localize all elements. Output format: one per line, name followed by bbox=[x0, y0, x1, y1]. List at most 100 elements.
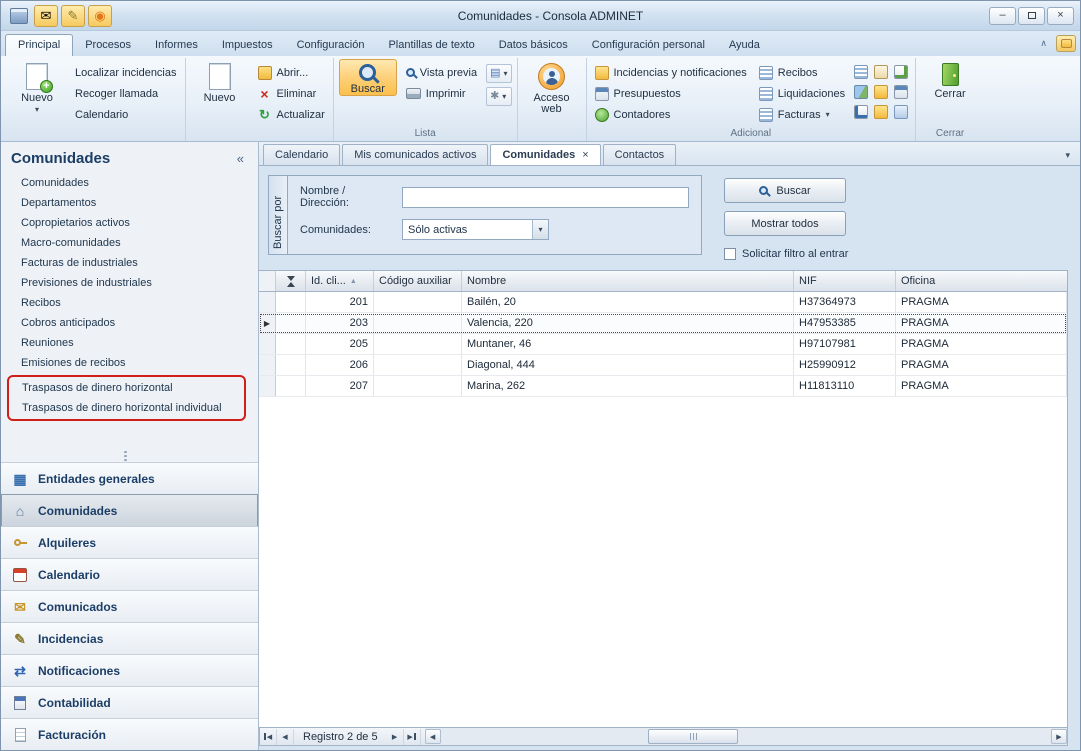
new-split-button[interactable]: + Nuevo ▾ bbox=[8, 59, 66, 113]
table-row[interactable]: 207 Marina, 262 H11813110 PRAGMA bbox=[259, 376, 1067, 397]
meters-button[interactable]: Contadores bbox=[592, 106, 750, 123]
settings-dropdown-button[interactable]: ✱▾ bbox=[486, 87, 511, 106]
receipts-button[interactable]: Recibos bbox=[756, 64, 848, 81]
table-row[interactable]: 206 Diagonal, 444 H25990912 PRAGMA bbox=[259, 355, 1067, 376]
sidebar-item-cobros-anticipados[interactable]: Cobros anticipados bbox=[1, 313, 258, 333]
nav-pane-contabilidad[interactable]: Contabilidad bbox=[1, 686, 258, 718]
column-header-name[interactable]: Nombre bbox=[462, 271, 794, 291]
last-record-button[interactable]: ▶ bbox=[404, 729, 421, 745]
filter-checkbox[interactable] bbox=[724, 248, 736, 260]
communities-combobox[interactable]: Sólo activas ▾ bbox=[402, 219, 549, 240]
print-button[interactable]: Imprimir bbox=[403, 85, 480, 102]
incidents-quick-button[interactable]: ✎ bbox=[61, 5, 85, 27]
new-record-button[interactable]: Nuevo bbox=[191, 59, 249, 104]
export-button[interactable] bbox=[854, 105, 868, 119]
open-button[interactable]: Abrir... bbox=[255, 64, 328, 81]
close-view-button[interactable]: Cerrar bbox=[921, 59, 979, 100]
search-button[interactable]: Buscar bbox=[724, 178, 846, 203]
locate-incidents-button[interactable]: Localizar incidencias bbox=[72, 64, 180, 81]
doc-tab-calendario[interactable]: Calendario bbox=[263, 144, 340, 165]
nav-pane-incidencias[interactable]: ✎Incidencias bbox=[1, 622, 258, 654]
sidebar-item-reuniones[interactable]: Reuniones bbox=[1, 333, 258, 353]
sidebar-item-comunidades[interactable]: Comunidades bbox=[1, 173, 258, 193]
doc-tab-mis-comunicados[interactable]: Mis comunicados activos bbox=[342, 144, 488, 165]
owners-button[interactable] bbox=[874, 65, 888, 79]
bank-button[interactable] bbox=[874, 105, 888, 119]
preview-button[interactable]: Vista previa bbox=[403, 64, 480, 81]
layout-dropdown-button[interactable]: ▤▾ bbox=[486, 64, 511, 83]
tab-list-dropdown[interactable]: ▾ bbox=[1059, 150, 1076, 165]
web-access-button[interactable]: Acceso web bbox=[523, 59, 581, 115]
column-header-aux[interactable]: Código auxiliar bbox=[374, 271, 462, 291]
sidebar-item-previsiones[interactable]: Previsiones de industriales bbox=[1, 273, 258, 293]
cash-button[interactable] bbox=[874, 85, 888, 99]
name-address-input[interactable] bbox=[402, 187, 689, 208]
style-picker-button[interactable] bbox=[1056, 35, 1076, 52]
pickup-call-button[interactable]: Recoger llamada bbox=[72, 85, 180, 102]
nav-pane-comunicados[interactable]: ✉Comunicados bbox=[1, 590, 258, 622]
alerts-quick-button[interactable]: ◉ bbox=[88, 5, 112, 27]
sidebar-item-traspasos-horizontal-individual[interactable]: Traspasos de dinero horizontal individua… bbox=[9, 398, 244, 418]
column-header-id[interactable]: Id. cli...▲ bbox=[306, 271, 374, 291]
ribbon-tab-plantillas[interactable]: Plantillas de texto bbox=[376, 35, 486, 56]
doc-tab-comunidades[interactable]: Comunidades× bbox=[490, 144, 600, 165]
close-button[interactable]: × bbox=[1047, 7, 1074, 25]
mail-quick-button[interactable]: ✉ bbox=[34, 5, 58, 27]
sidebar-item-emisiones[interactable]: Emisiones de recibos bbox=[1, 353, 258, 373]
refresh-button[interactable]: ↻Actualizar bbox=[255, 106, 328, 123]
sidebar-item-macro-comunidades[interactable]: Macro-comunidades bbox=[1, 233, 258, 253]
calendar-button[interactable]: Calendario bbox=[72, 106, 180, 123]
scroll-left-button[interactable]: ◀ bbox=[425, 729, 441, 744]
sidebar-item-copropietarios[interactable]: Copropietarios activos bbox=[1, 213, 258, 233]
first-record-button[interactable]: ◀ bbox=[260, 729, 277, 745]
nav-pane-facturacion[interactable]: Facturación bbox=[1, 718, 258, 750]
budgets-button[interactable]: Presupuestos bbox=[592, 85, 750, 102]
pane-splitter[interactable] bbox=[1, 450, 258, 462]
restore-button[interactable] bbox=[1018, 7, 1045, 25]
ribbon-tab-configuracion[interactable]: Configuración bbox=[285, 35, 377, 56]
table-row-selected[interactable]: ▶ 203 Valencia, 220 H47953385 PRAGMA bbox=[259, 313, 1067, 334]
app-icon[interactable] bbox=[7, 5, 31, 27]
ribbon-collapse-button[interactable]: ∧ bbox=[1036, 38, 1051, 49]
nav-pane-calendario[interactable]: Calendario bbox=[1, 558, 258, 590]
combo-dropdown-button[interactable]: ▾ bbox=[532, 220, 548, 239]
header-filter-cell[interactable] bbox=[276, 271, 306, 291]
scroll-right-button[interactable]: ▶ bbox=[1051, 729, 1067, 744]
scrollbar-thumb[interactable] bbox=[648, 729, 738, 744]
incidents-notifications-button[interactable]: Incidencias y notificaciones bbox=[592, 64, 750, 81]
chart-button[interactable] bbox=[894, 65, 908, 79]
accounting-button[interactable] bbox=[894, 85, 908, 99]
table-row[interactable]: 205 Muntaner, 46 H97107981 PRAGMA bbox=[259, 334, 1067, 355]
sidebar-item-facturas-industriales[interactable]: Facturas de industriales bbox=[1, 253, 258, 273]
ribbon-tab-ayuda[interactable]: Ayuda bbox=[717, 35, 772, 56]
minimize-button[interactable]: – bbox=[989, 7, 1016, 25]
scrollbar-track[interactable] bbox=[442, 729, 1050, 744]
table-row[interactable]: 201 Bailén, 20 H37364973 PRAGMA bbox=[259, 292, 1067, 313]
nav-pane-comunidades[interactable]: ⌂Comunidades bbox=[1, 494, 258, 526]
doc-tab-contactos[interactable]: Contactos bbox=[603, 144, 677, 165]
nav-pane-entidades-generales[interactable]: ▦Entidades generales bbox=[1, 462, 258, 494]
ribbon-tab-principal[interactable]: Principal bbox=[5, 34, 73, 56]
column-header-nif[interactable]: NIF bbox=[794, 271, 896, 291]
sidebar-item-traspasos-horizontal[interactable]: Traspasos de dinero horizontal bbox=[9, 378, 244, 398]
prev-record-button[interactable]: ◀ bbox=[277, 729, 294, 745]
sidebar-item-departamentos[interactable]: Departamentos bbox=[1, 193, 258, 213]
next-record-button[interactable]: ▶ bbox=[387, 729, 404, 745]
nav-pane-alquileres[interactable]: Alquileres bbox=[1, 526, 258, 558]
show-all-button[interactable]: Mostrar todos bbox=[724, 211, 846, 236]
delete-button[interactable]: ×Eliminar bbox=[255, 85, 328, 102]
ribbon-tab-datos-basicos[interactable]: Datos básicos bbox=[487, 35, 580, 56]
column-header-office[interactable]: Oficina bbox=[896, 271, 1067, 291]
ribbon-tab-impuestos[interactable]: Impuestos bbox=[210, 35, 285, 56]
sidebar-collapse-button[interactable]: « bbox=[233, 151, 248, 166]
photos-button[interactable] bbox=[854, 85, 868, 99]
ribbon-tab-config-personal[interactable]: Configuración personal bbox=[580, 35, 717, 56]
search-toggle-button[interactable]: Buscar bbox=[339, 59, 397, 96]
sidebar-item-recibos[interactable]: Recibos bbox=[1, 293, 258, 313]
invoices-dropdown-button[interactable]: Facturas▾ bbox=[756, 106, 848, 123]
ribbon-tab-informes[interactable]: Informes bbox=[143, 35, 210, 56]
ribbon-tab-procesos[interactable]: Procesos bbox=[73, 35, 143, 56]
nav-pane-notificaciones[interactable]: ⇄Notificaciones bbox=[1, 654, 258, 686]
tab-close-icon[interactable]: × bbox=[582, 150, 588, 161]
settlements-button[interactable]: Liquidaciones bbox=[756, 85, 848, 102]
